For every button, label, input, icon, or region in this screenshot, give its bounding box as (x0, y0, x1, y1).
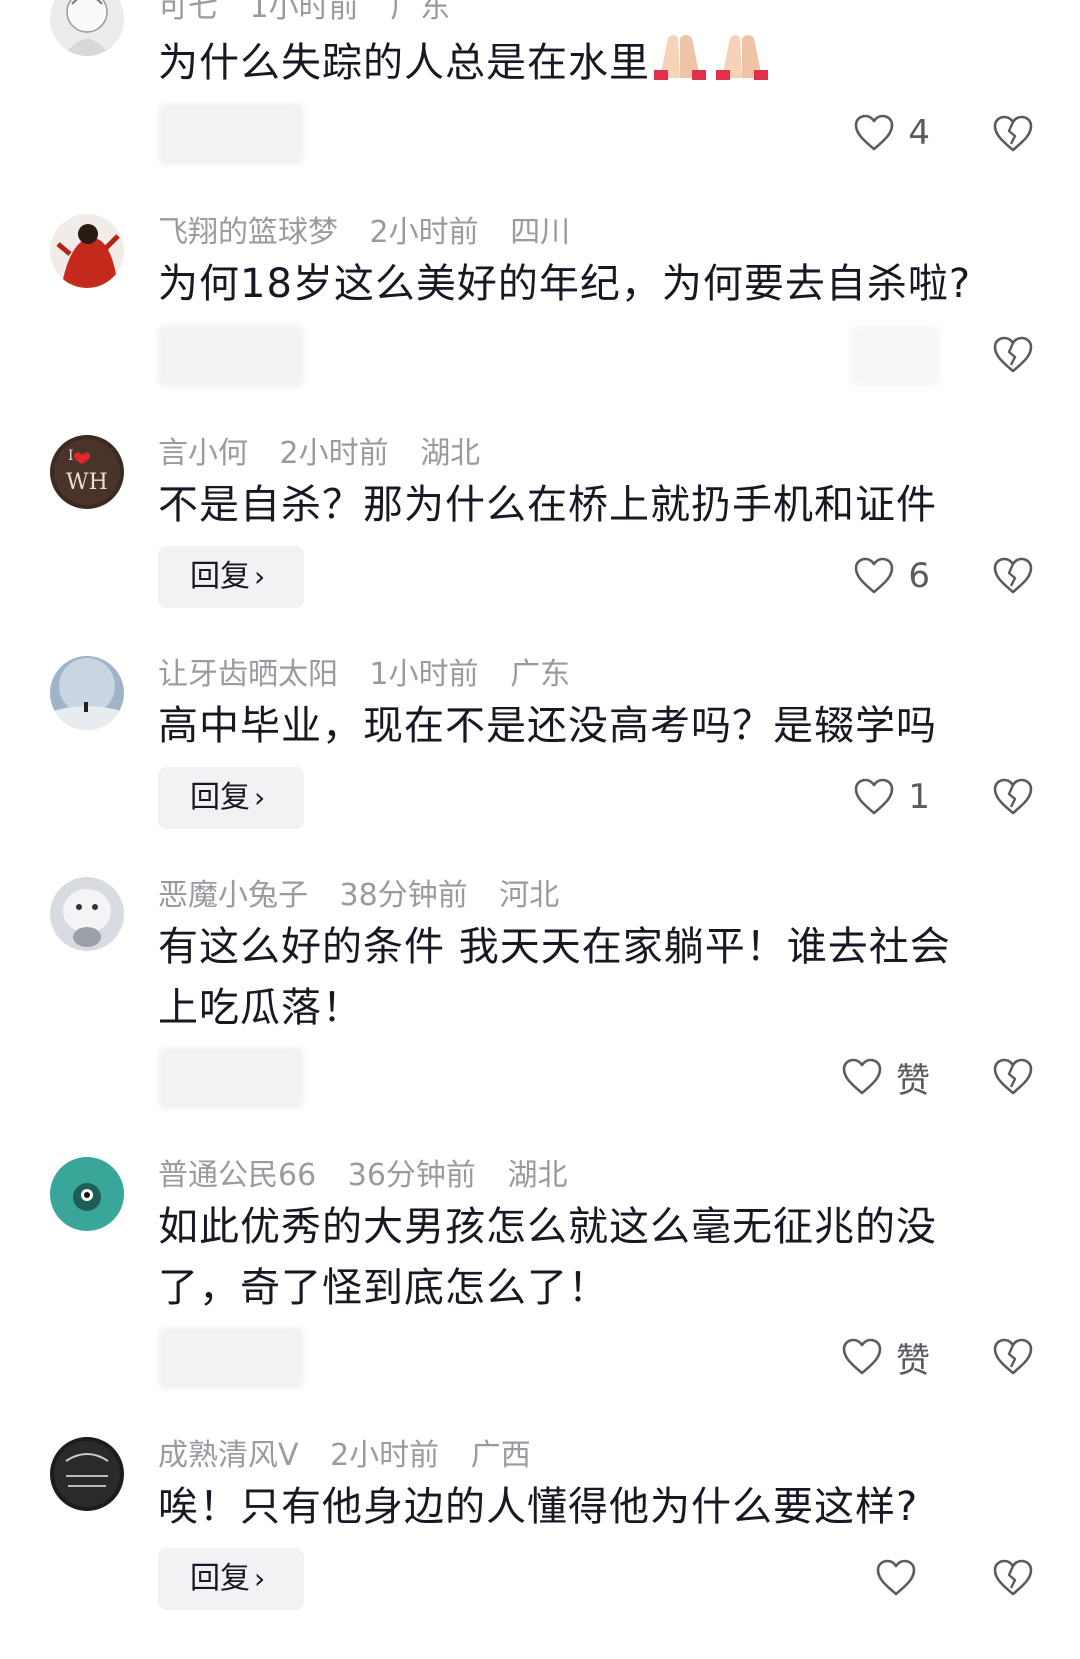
folded-hands-emoji-icon (650, 30, 770, 100)
like-count: 1 (908, 777, 930, 817)
svg-text:WH: WH (66, 470, 108, 495)
like-count: 赞 (896, 1060, 930, 1101)
broken-heart-icon[interactable] (993, 1558, 1033, 1598)
username[interactable]: 飞翔的篮球梦 (158, 215, 338, 250)
comment-location: 四川 (510, 215, 571, 250)
like-button[interactable] (850, 326, 940, 386)
comment-text-content: 为什么失踪的人总是在水里 (158, 40, 650, 86)
avatar[interactable] (50, 0, 124, 56)
comment-time: 1小时前 (369, 657, 479, 692)
like-button[interactable] (876, 1553, 930, 1603)
chevron-right-icon: › (254, 781, 266, 814)
comment-meta: 普通公民66 36分钟前 湖北 (158, 1158, 589, 1194)
comment-time: 1小时前 (249, 0, 359, 25)
comment-meta: 可七 1小时前 广东 (158, 0, 472, 26)
like-button[interactable]: 赞 (842, 1052, 930, 1102)
avatar[interactable] (50, 656, 124, 730)
comment-text: 高中毕业，现在不是还没高考吗？是辍学吗 (158, 703, 937, 749)
reply-button[interactable] (158, 1327, 304, 1389)
comment-meta: 成熟清风V 2小时前 广西 (158, 1438, 553, 1474)
username[interactable]: 可七 (158, 0, 218, 25)
comment-time: 2小时前 (330, 1438, 440, 1473)
avatar[interactable] (50, 877, 124, 951)
like-count: 6 (908, 556, 930, 596)
broken-heart-icon[interactable] (993, 556, 1033, 596)
reply-button[interactable] (158, 103, 304, 165)
avatar[interactable] (50, 1157, 124, 1231)
comment-meta: 飞翔的篮球梦 2小时前 四川 (158, 215, 592, 251)
heart-outline-icon (855, 778, 894, 815)
heart-outline-icon (855, 114, 894, 151)
reply-button[interactable]: 回复 › (158, 767, 304, 829)
reply-button[interactable] (158, 325, 304, 387)
svg-text:I: I (68, 448, 74, 464)
comment-time: 38分钟前 (339, 878, 468, 913)
username[interactable]: 让牙齿晒太阳 (158, 657, 338, 692)
avatar[interactable]: I WH (50, 435, 124, 509)
chevron-right-icon: › (254, 1562, 266, 1595)
broken-heart-icon[interactable] (993, 777, 1033, 817)
like-button[interactable]: 4 (854, 108, 930, 158)
comment-location: 湖北 (507, 1158, 568, 1193)
comment-location: 河北 (499, 878, 560, 913)
comment-location: 广东 (390, 0, 451, 25)
broken-heart-icon[interactable] (993, 335, 1033, 375)
comment-text: 为什么失踪的人总是在水里 (158, 30, 1028, 100)
heart-outline-icon (842, 1058, 882, 1095)
reply-label: 回复 (190, 559, 250, 594)
broken-heart-icon[interactable] (993, 1337, 1033, 1377)
like-button[interactable]: 1 (854, 772, 930, 822)
broken-heart-icon[interactable] (993, 114, 1033, 154)
username[interactable]: 言小何 (158, 436, 248, 471)
reply-label: 回复 (190, 1561, 250, 1596)
comment-text: 唉！只有他身边的人懂得他为什么要这样? (158, 1484, 919, 1530)
comment-meta: 言小何 2小时前 湖北 (158, 436, 502, 472)
username[interactable]: 恶魔小兔子 (158, 878, 308, 913)
comment-location: 广东 (510, 657, 571, 692)
comment-location: 湖北 (420, 436, 481, 471)
comment-text: 有这么好的条件 我天天在家躺平！谁去社会上吃瓜落！ (158, 924, 951, 1031)
username[interactable]: 普通公民66 (158, 1158, 316, 1193)
comment-time: 2小时前 (279, 436, 389, 471)
username[interactable]: 成熟清风V (158, 1438, 299, 1473)
comment-meta: 让牙齿晒太阳 1小时前 广东 (158, 657, 592, 693)
comment-location: 广西 (470, 1438, 531, 1473)
heart-outline-icon (842, 1338, 882, 1375)
like-count: 赞 (896, 1340, 930, 1381)
avatar[interactable] (50, 1437, 124, 1511)
comment-text: 为何18岁这么美好的年纪，为何要去自杀啦? (158, 261, 972, 307)
comment-text: 不是自杀？那为什么在桥上就扔手机和证件 (158, 482, 937, 528)
reply-label: 回复 (190, 780, 250, 815)
reply-button[interactable]: 回复 › (158, 1548, 304, 1610)
heart-outline-icon (876, 1559, 916, 1596)
avatar[interactable] (50, 214, 124, 288)
like-button[interactable]: 6 (854, 551, 930, 601)
reply-button[interactable] (158, 1047, 304, 1109)
broken-heart-icon[interactable] (993, 1057, 1033, 1097)
comment-time: 36分钟前 (347, 1158, 476, 1193)
comment-text: 如此优秀的大男孩怎么就这么毫无征兆的没了，奇了怪到底怎么了！ (158, 1204, 937, 1311)
reply-button[interactable]: 回复 › (158, 546, 304, 608)
comment-meta: 恶魔小兔子 38分钟前 河北 (158, 878, 581, 914)
comment-time: 2小时前 (369, 215, 479, 250)
like-button[interactable]: 赞 (842, 1332, 930, 1382)
heart-outline-icon (855, 557, 894, 594)
like-count: 4 (908, 113, 930, 153)
chevron-right-icon: › (254, 560, 266, 593)
